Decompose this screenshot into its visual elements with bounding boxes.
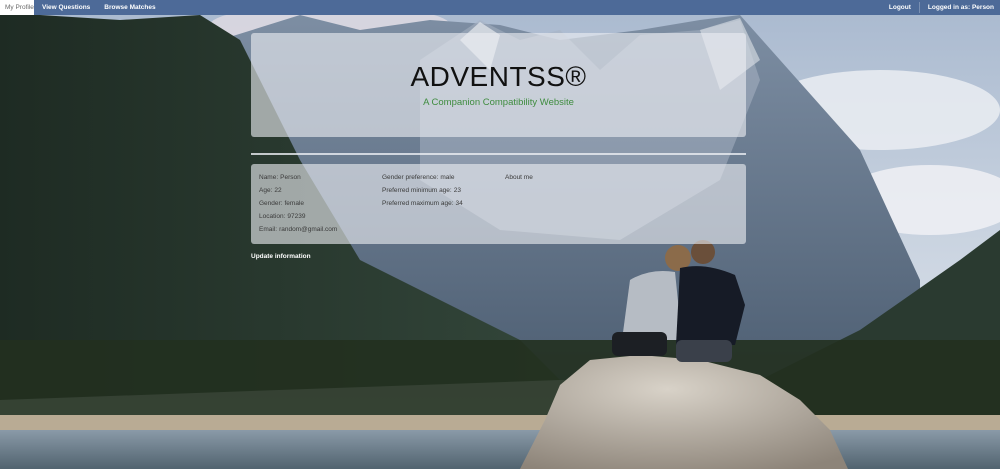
top-navbar: My Profile View Questions Browse Matches… [0, 0, 1000, 15]
profile-preferences-column: Gender preference: male Preferred minimum… [382, 172, 463, 211]
profile-field-min-age: Preferred minimum age: 23 [382, 187, 461, 194]
site-subtitle: A Companion Compatibility Website [423, 97, 574, 108]
profile-field-max-age: Preferred maximum age: 34 [382, 200, 463, 207]
profile-field-email: Email: random@gmail.com [259, 226, 338, 233]
profile-field-age: Age: 22 [259, 187, 282, 194]
profile-field-gender-preference: Gender preference: male [382, 174, 455, 181]
nav-divider [918, 2, 920, 13]
header-panel: ADVENTSS® A Companion Compatibility Webs… [251, 33, 746, 137]
nav-links: My Profile View Questions Browse Matches [0, 0, 162, 15]
nav-browse-matches[interactable]: Browse Matches [98, 0, 161, 15]
profile-info-panel: Name: Person Age: 22 Gender: female Locatio… [251, 164, 746, 244]
nav-view-questions[interactable]: View Questions [36, 0, 96, 15]
about-me-label: About me [505, 174, 533, 181]
update-information-link[interactable]: Update information [251, 253, 311, 260]
profile-basic-column: Name: Person Age: 22 Gender: female Locatio… [259, 172, 337, 237]
section-divider [251, 153, 746, 155]
profile-field-name: Name: Person [259, 174, 301, 181]
logged-in-user: Logged in as: Person [927, 4, 994, 11]
profile-field-location: Location: 97239 [259, 213, 306, 220]
profile-field-gender: Gender: female [259, 200, 305, 207]
logout-link[interactable]: Logout [883, 0, 917, 15]
profile-about-column: About me [505, 172, 533, 185]
nav-user-area: Logout Logged in as: Person [883, 0, 1000, 15]
site-title: ADVENTSS® [410, 61, 587, 92]
nav-my-profile[interactable]: My Profile [0, 0, 34, 15]
